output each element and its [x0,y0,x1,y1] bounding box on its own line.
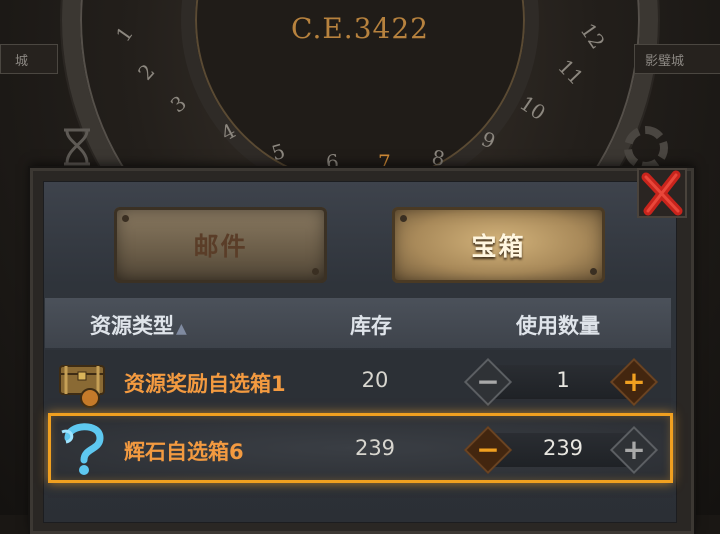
location-label-left: 城 [15,54,29,69]
item-name: 辉石自选箱6 [124,440,244,464]
minus-icon[interactable]: − [466,360,510,404]
column-header-stock: 库存 [350,314,392,338]
nail-decoration [312,268,319,275]
location-label-right: 影璧城 [645,54,685,69]
sort-up-icon[interactable]: ▲ [176,321,187,337]
quantity-value[interactable]: 239 [518,436,608,460]
item-stock: 239 [354,436,396,460]
location-tag-right[interactable]: 影璧城 [634,44,720,74]
era-label: C.E.3422 [291,12,429,45]
quantity-value[interactable]: 1 [518,368,608,392]
nail-decoration [590,268,597,275]
tab-mail[interactable]: 邮件 [114,207,327,283]
hourglass-icon[interactable] [60,128,94,166]
tab-chest[interactable]: 宝箱 [392,207,605,283]
tab-mail-label: 邮件 [193,232,248,261]
item-stock: 20 [361,368,389,392]
gear-icon[interactable] [624,126,668,170]
nail-decoration [400,215,407,222]
item-name: 资源奖励自选箱1 [124,372,286,396]
location-tag-left[interactable]: 城 [0,44,58,74]
nail-decoration [122,215,129,222]
column-header-type-label: 资源类型 [90,314,174,338]
close-icon[interactable] [636,165,688,221]
treasure-chest-icon [56,356,110,408]
column-header-type[interactable]: 资源类型 ▲ [90,310,187,340]
blue-question-swirl-icon [58,420,110,478]
tab-chest-label: 宝箱 [471,232,526,261]
minus-icon[interactable]: − [466,428,510,472]
plus-icon[interactable]: + [612,360,656,404]
column-header-use-qty: 使用数量 [516,314,600,338]
plus-icon[interactable]: + [612,428,656,472]
